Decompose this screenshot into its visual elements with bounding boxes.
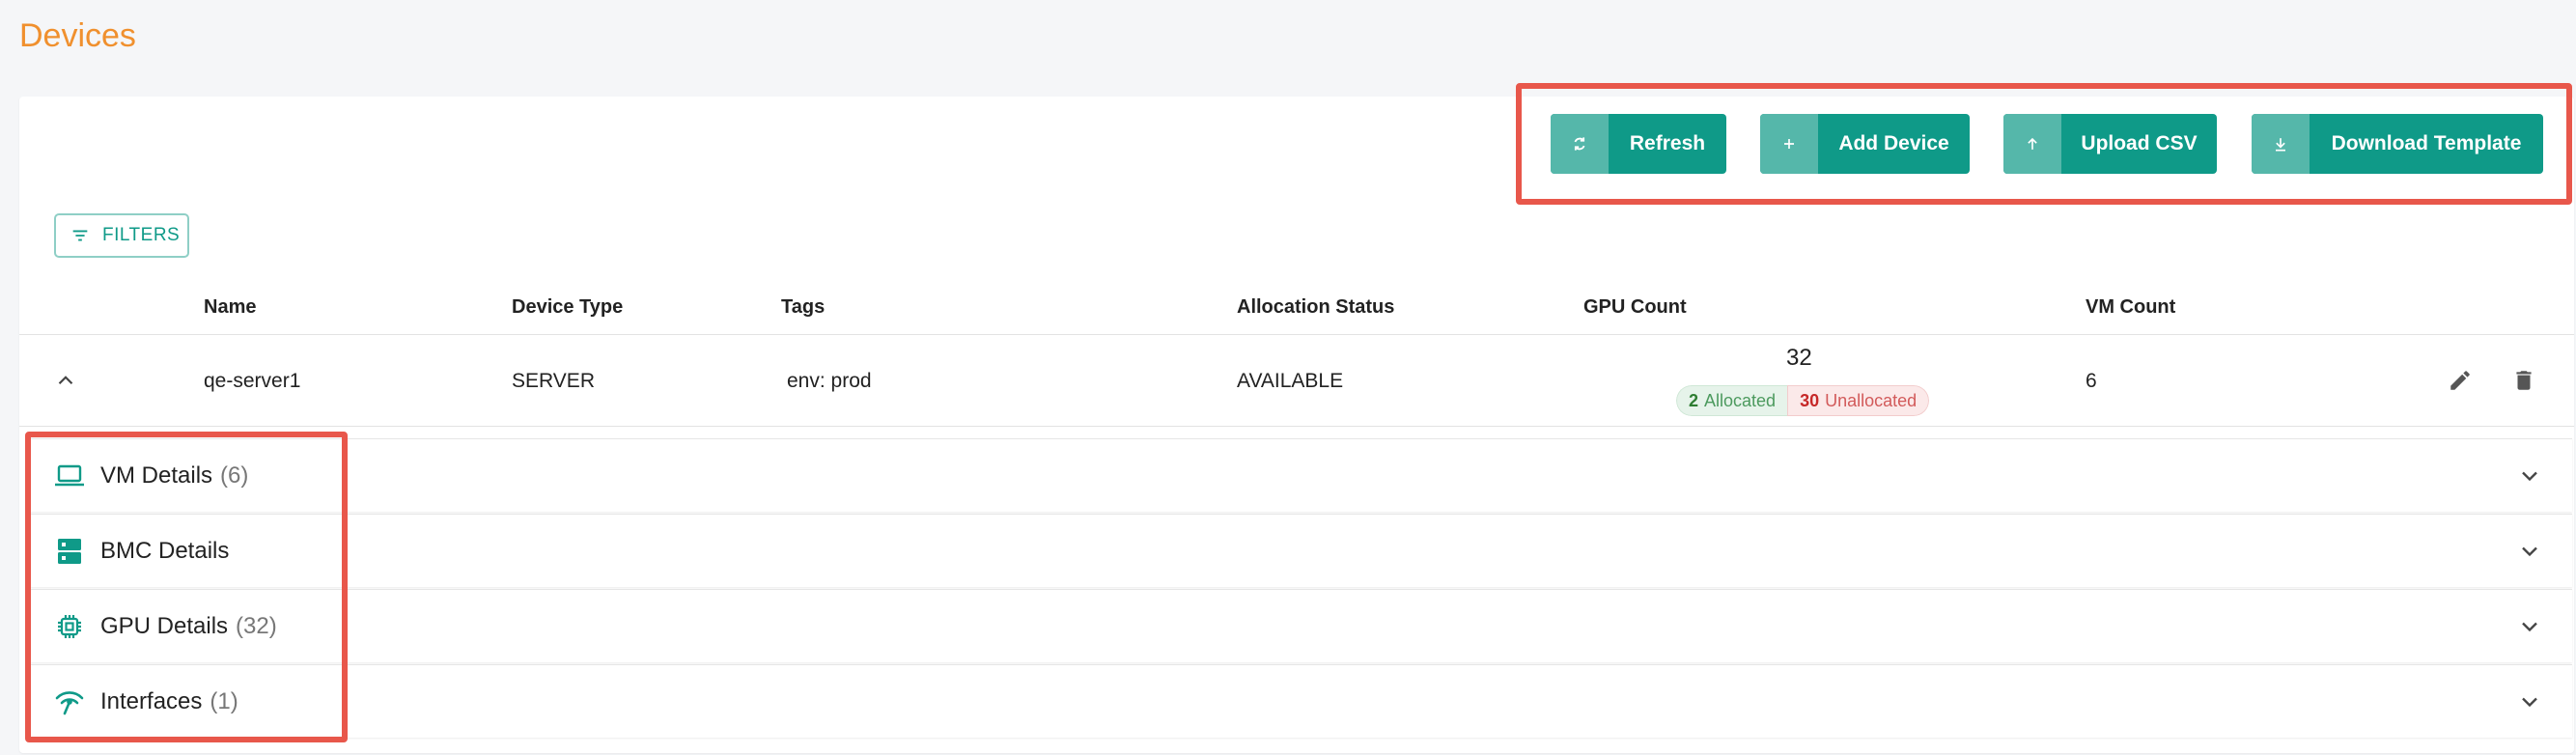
cell-vm-count: 6	[2086, 370, 2097, 392]
accordion-vm-details[interactable]: VM Details (6)	[27, 438, 2572, 512]
laptop-icon	[54, 462, 85, 489]
column-header-tags[interactable]: Tags	[781, 296, 825, 319]
gpu-allocation-pill: 2 Allocated 30 Unallocated	[1676, 385, 1930, 416]
server-icon	[54, 538, 85, 565]
refresh-icon	[1551, 114, 1609, 174]
accordion-gpu-details[interactable]: GPU Details (32)	[27, 589, 2572, 662]
column-header-gpu-count[interactable]: GPU Count	[1583, 296, 1687, 319]
filter-icon	[72, 230, 88, 241]
plus-icon	[1760, 114, 1818, 174]
header-divider	[19, 334, 2574, 335]
cell-tags: env: prod	[787, 370, 872, 392]
chevron-down-icon	[2522, 471, 2537, 482]
row-divider	[19, 426, 2574, 427]
gpu-unallocated-badge: 30 Unallocated	[1787, 385, 1930, 416]
accordion-label: Interfaces	[100, 688, 203, 714]
accordion-label: VM Details	[100, 462, 213, 489]
cell-name: qe-server1	[204, 370, 301, 392]
chevron-up-icon	[58, 376, 73, 385]
delete-button[interactable]	[2506, 363, 2541, 398]
filters-label: FILTERS	[102, 225, 181, 245]
gpu-unallocated-count: 30	[1800, 390, 1820, 410]
filters-button[interactable]: FILTERS	[54, 213, 189, 258]
cell-device-type: SERVER	[512, 370, 595, 392]
edit-button[interactable]	[2443, 363, 2478, 398]
cell-allocation-status: AVAILABLE	[1237, 370, 1344, 392]
refresh-button[interactable]: Refresh	[1551, 114, 1726, 174]
gpu-allocated-count: 2	[1689, 390, 1699, 410]
add-device-button[interactable]: Add Device	[1760, 114, 1970, 174]
chevron-down-icon	[2522, 697, 2537, 708]
upload-icon	[2003, 114, 2061, 174]
upload-csv-button[interactable]: Upload CSV	[2003, 114, 2217, 174]
gpu-allocated-label: Allocated	[1704, 390, 1777, 410]
column-header-name[interactable]: Name	[204, 296, 256, 319]
accordion-label: GPU Details	[100, 613, 229, 639]
download-icon	[2252, 114, 2310, 174]
accordion-interfaces[interactable]: Interfaces (1)	[27, 664, 2572, 738]
trash-icon	[2516, 371, 2532, 390]
accordion-bmc-details[interactable]: BMC Details	[27, 514, 2572, 587]
gpu-unallocated-label: Unallocated	[1825, 390, 1918, 410]
cell-gpu-count: 32	[1786, 345, 1812, 371]
gpu-allocated-badge: 2 Allocated	[1676, 385, 1788, 416]
chip-icon	[54, 613, 85, 640]
upload-csv-label: Upload CSV	[2081, 132, 2198, 154]
network-icon	[54, 688, 85, 715]
download-template-button[interactable]: Download Template	[2252, 114, 2543, 174]
accordion-label: BMC Details	[100, 538, 230, 564]
accordion-title: GPU Details (32)	[100, 613, 277, 640]
chevron-down-icon	[2522, 546, 2537, 557]
chevron-down-icon	[2522, 622, 2537, 632]
add-device-label: Add Device	[1838, 132, 1949, 154]
download-template-label: Download Template	[2331, 132, 2522, 154]
accordion-count: (32)	[236, 613, 277, 639]
pencil-icon	[2450, 371, 2470, 390]
column-header-vm-count[interactable]: VM Count	[2086, 296, 2175, 319]
refresh-label: Refresh	[1629, 132, 1706, 154]
accordion-title: Interfaces (1)	[100, 688, 238, 715]
collapse-row-button[interactable]	[48, 363, 83, 398]
accordion-count: (6)	[220, 462, 249, 489]
column-header-allocation-status[interactable]: Allocation Status	[1237, 296, 1394, 319]
accordion-count: (1)	[210, 688, 238, 714]
accordion-title: BMC Details	[100, 538, 237, 565]
accordion-title: VM Details (6)	[100, 462, 248, 489]
page-title: Devices	[19, 17, 136, 54]
column-header-device-type[interactable]: Device Type	[512, 296, 623, 319]
